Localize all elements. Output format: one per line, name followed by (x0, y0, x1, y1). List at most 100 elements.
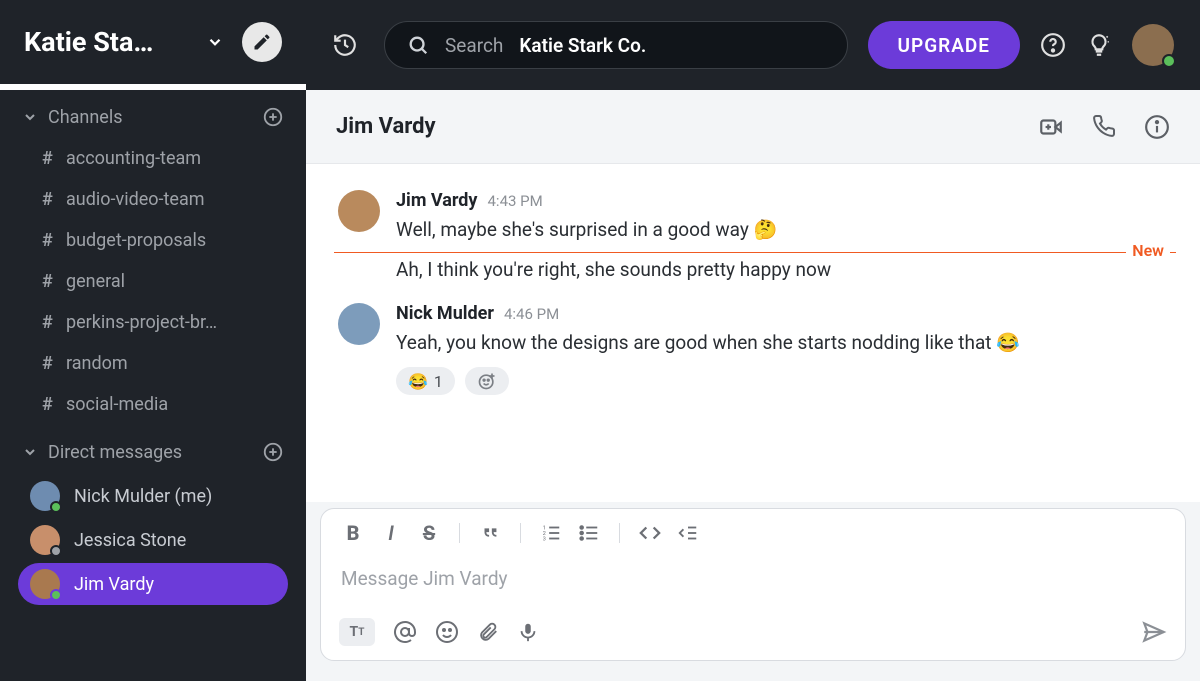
upgrade-button[interactable]: UPGRADE (868, 21, 1020, 69)
reactions: 😂 1 (396, 367, 1178, 395)
channel-name: budget-proposals (66, 230, 206, 251)
room-title: Jim Vardy (336, 114, 1038, 139)
hash-icon: # (42, 230, 66, 251)
avatar (30, 525, 60, 555)
emoji-button[interactable] (435, 620, 459, 644)
message-text: Yeah, you know the designs are good when… (396, 328, 1178, 357)
message-time: 4:43 PM (488, 192, 543, 210)
main-area: Search Katie Stark Co. UPGRADE Jim Vardy (306, 0, 1200, 681)
topbar: Search Katie Stark Co. UPGRADE (306, 0, 1200, 90)
voice-button[interactable] (517, 621, 539, 643)
avatar (30, 569, 60, 599)
channels-section-header[interactable]: Channels (0, 90, 306, 138)
mention-button[interactable] (393, 620, 417, 644)
presence-online-icon (50, 589, 62, 601)
search-label: Search (445, 34, 503, 57)
workspace-header[interactable]: Katie Sta… (0, 0, 306, 90)
attach-button[interactable] (477, 621, 499, 643)
hash-icon: # (42, 189, 66, 210)
message: Jim Vardy 4:43 PM Well, maybe she's surp… (328, 182, 1188, 252)
channel-item[interactable]: #random (6, 343, 300, 384)
dm-name: Nick Mulder (me) (74, 486, 212, 507)
dm-item[interactable]: Jessica Stone (18, 519, 288, 561)
new-messages-divider: New (328, 252, 1188, 253)
svg-text:3: 3 (543, 536, 546, 542)
search-icon (407, 34, 429, 56)
reaction-emoji: 😂 (408, 372, 428, 391)
dm-item[interactable]: Nick Mulder (me) (18, 475, 288, 517)
presence-online-icon (50, 501, 62, 513)
message-input[interactable]: Message Jim Vardy (321, 551, 1185, 608)
add-channel-button[interactable] (262, 106, 284, 128)
current-user-avatar[interactable] (1132, 24, 1174, 66)
upgrade-label: UPGRADE (898, 34, 990, 57)
send-button[interactable] (1141, 619, 1167, 645)
hash-icon: # (42, 271, 66, 292)
lightbulb-icon[interactable] (1086, 32, 1112, 58)
code-button[interactable] (636, 522, 664, 544)
dm-item-active[interactable]: Jim Vardy (18, 563, 288, 605)
history-icon[interactable] (332, 32, 358, 58)
channel-name: perkins-project-br… (66, 312, 217, 333)
add-dm-button[interactable] (262, 441, 284, 463)
room-actions (1038, 114, 1170, 140)
avatar[interactable] (338, 190, 380, 232)
search-input[interactable]: Search Katie Stark Co. (384, 21, 848, 69)
toggle-formatting-button[interactable]: TT (339, 618, 375, 646)
channel-name: random (66, 353, 128, 374)
bold-button[interactable]: B (339, 521, 367, 545)
channel-item[interactable]: #budget-proposals (6, 220, 300, 261)
phone-call-icon[interactable] (1092, 114, 1116, 140)
separator (619, 523, 620, 543)
message-list: Jim Vardy 4:43 PM Well, maybe she's surp… (306, 164, 1200, 502)
sidebar: Katie Sta… Channels #accounting-team #au… (0, 0, 306, 681)
code-block-button[interactable] (674, 522, 702, 544)
composer-actions: TT (321, 608, 1185, 660)
help-icon[interactable] (1040, 32, 1066, 58)
presence-online-icon (1162, 54, 1176, 68)
channel-name: audio-video-team (66, 189, 205, 210)
message-text: Well, maybe she's surprised in a good wa… (396, 215, 1178, 244)
avatar[interactable] (338, 303, 380, 345)
reaction-count: 1 (434, 372, 443, 391)
new-label: New (1126, 241, 1170, 260)
workspace-title: Katie Sta… (24, 26, 188, 58)
reaction[interactable]: 😂 1 (396, 367, 455, 395)
channel-item[interactable]: #general (6, 261, 300, 302)
edit-button[interactable] (242, 22, 282, 62)
separator (459, 523, 460, 543)
channel-list: #accounting-team #audio-video-team #budg… (0, 138, 306, 425)
message-time: 4:46 PM (504, 305, 559, 323)
channel-item[interactable]: #accounting-team (6, 138, 300, 179)
channel-item[interactable]: #perkins-project-br… (6, 302, 300, 343)
dm-name: Jessica Stone (74, 530, 186, 551)
italic-button[interactable]: I (377, 521, 405, 545)
info-icon[interactable] (1144, 114, 1170, 140)
hash-icon: # (42, 312, 66, 333)
channel-item[interactable]: #social-media (6, 384, 300, 425)
hash-icon: # (42, 394, 66, 415)
dm-section-header[interactable]: Direct messages (0, 425, 306, 473)
strike-button[interactable]: S (415, 521, 443, 545)
video-call-icon[interactable] (1038, 114, 1064, 140)
message-text: Ah, I think you're right, she sounds pre… (328, 255, 1188, 284)
search-workspace: Katie Stark Co. (519, 34, 646, 57)
chevron-down-icon (22, 444, 38, 460)
ordered-list-button[interactable]: 123 (537, 522, 565, 544)
channel-name: general (66, 271, 125, 292)
separator (520, 523, 521, 543)
channel-name: accounting-team (66, 148, 201, 169)
composer-area: B I S 123 (306, 502, 1200, 681)
workspace-chevron-icon (206, 33, 224, 51)
quote-button[interactable] (476, 522, 504, 544)
channel-name: social-media (66, 394, 168, 415)
avatar (30, 481, 60, 511)
unordered-list-button[interactable] (575, 522, 603, 544)
message: Nick Mulder 4:46 PM Yeah, you know the d… (328, 295, 1188, 403)
channels-label: Channels (48, 107, 262, 128)
add-reaction-button[interactable] (465, 367, 509, 395)
channel-item[interactable]: #audio-video-team (6, 179, 300, 220)
presence-away-icon (50, 545, 62, 557)
hash-icon: # (42, 148, 66, 169)
room-header: Jim Vardy (306, 90, 1200, 164)
